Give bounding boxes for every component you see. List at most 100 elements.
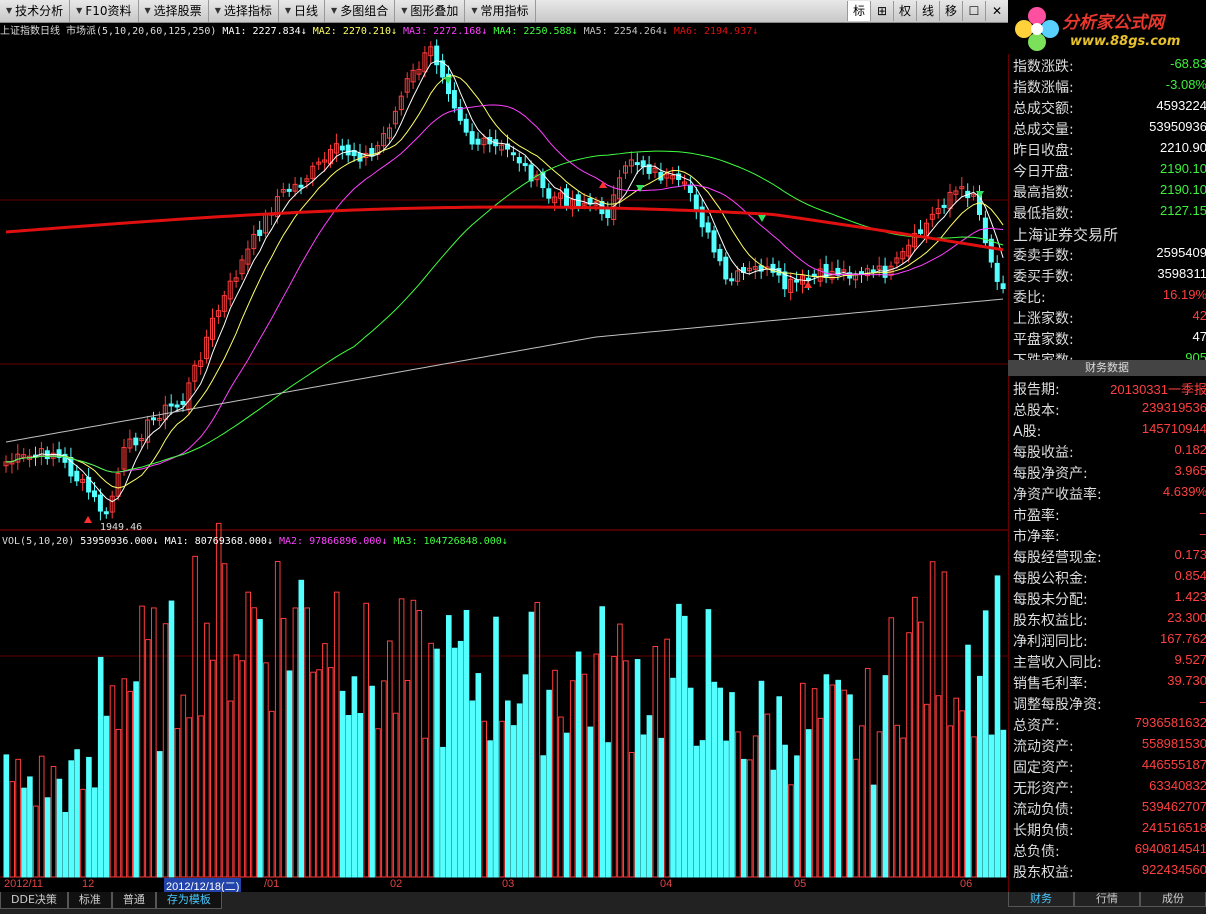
row-label: 最低指数: (1013, 206, 1074, 222)
chart-title: 上证指数日线 (0, 26, 60, 36)
date-tick: 04 (660, 878, 673, 890)
volume-bar (351, 676, 358, 878)
volume-bar (617, 623, 623, 878)
volume-bar (894, 724, 901, 878)
tab-finance[interactable]: 财务 (1008, 892, 1074, 907)
candle-body (451, 90, 457, 109)
volume-bar (959, 710, 965, 878)
menu-tech-analysis[interactable]: ▼ 技术分析 (0, 0, 71, 22)
row-label: 调整每股净资: (1013, 697, 1102, 713)
volume-bar (687, 687, 694, 878)
volume-bar (599, 606, 606, 878)
menu-select-indicator[interactable]: ▼ 选择指标 (209, 0, 279, 22)
volume-bar (215, 522, 222, 878)
ma6-value: MA6: 2194.937↓ (673, 26, 759, 36)
volume-bar (257, 619, 263, 878)
row-value: 63340832 (1149, 778, 1206, 793)
menu-label: 选择指标 (223, 4, 272, 18)
candle-body (345, 144, 351, 156)
volume-bar (15, 758, 21, 878)
date-tick: 2012/11 (4, 878, 43, 890)
candle-body (168, 403, 174, 407)
menu-common-indicators[interactable]: ▼ 常用指标 (465, 0, 536, 22)
tab-dde[interactable]: DDE决策 (0, 892, 68, 909)
tab-quote[interactable]: 行情 (1074, 892, 1140, 907)
volume-bar (746, 759, 753, 878)
row-label: 流动负债: (1013, 802, 1074, 818)
volume-bar (994, 575, 1001, 878)
candle-body (92, 490, 97, 498)
tab-save-template[interactable]: 存为模板 (155, 892, 222, 909)
mark-button[interactable]: 标 (847, 1, 870, 21)
volume-bar (27, 776, 33, 878)
volume-bar (186, 717, 192, 878)
tab-normal[interactable]: 普通 (111, 892, 156, 909)
date-tick: /01 (264, 878, 280, 890)
tab-standard[interactable]: 标准 (67, 892, 112, 909)
flower-logo-icon (1015, 7, 1059, 51)
candle-body (151, 417, 156, 421)
quote-row: 最低指数: 2127.15 (1013, 203, 1206, 224)
row-label: 流动资产: (1013, 739, 1074, 755)
volume-bar (139, 605, 145, 878)
quote-row: 指数涨幅: -3.08% (1013, 77, 1206, 98)
close-icon[interactable]: ✕ (985, 1, 1008, 21)
candle-body (941, 204, 947, 208)
site-logo: 分析家公式网 www.88gs.com (1008, 0, 1206, 62)
volume-bar (605, 742, 611, 878)
dropdown-arrow-icon: ▼ (471, 6, 478, 15)
fin-row: 市盈率: – (1013, 505, 1206, 526)
volume-bar (670, 677, 676, 878)
menu-f10[interactable]: ▼ F10资料 (70, 0, 139, 22)
volume-bar (835, 679, 842, 878)
row-value: 42 (1192, 308, 1206, 323)
candle-body (717, 248, 723, 262)
candle-body (463, 118, 469, 133)
dropdown-arrow-icon: ▼ (6, 6, 13, 15)
row-value: 0.182 (1174, 442, 1206, 457)
right-tab-bar: 财务 行情 成份 (1008, 892, 1206, 914)
tab-components[interactable]: 成份 (1140, 892, 1206, 907)
volume-bar (298, 579, 305, 878)
ma1-line (5, 60, 1004, 503)
row-label: 指数涨幅: (1013, 80, 1074, 96)
row-value: 47 (1192, 329, 1206, 344)
menu-label: 多图组合 (340, 4, 389, 18)
volume-bar (953, 697, 960, 878)
menu-overlay[interactable]: ▼ 图形叠加 (395, 0, 466, 22)
volume-bar (640, 734, 647, 878)
rights-button[interactable]: 权 (893, 1, 916, 21)
quote-row: 昨日收盘: 2210.90 (1013, 140, 1206, 161)
volume-bar (575, 651, 582, 878)
ma5-value: MA5: 2254.264↓ (583, 26, 668, 36)
move-button[interactable]: 移 (939, 1, 962, 21)
volume-bar (381, 680, 387, 878)
candle-body (546, 188, 552, 199)
row-value: 2190.10 (1160, 182, 1206, 197)
row-label: 最高指数: (1013, 185, 1074, 201)
volume-bar (310, 671, 316, 878)
menu-multi-chart[interactable]: ▼ 多图组合 (325, 0, 396, 22)
volume-bar (21, 787, 27, 878)
row-value: 446555187 (1141, 757, 1206, 772)
fin-row: 总负债: 6940814541 (1013, 841, 1206, 862)
volume-bar (245, 591, 251, 878)
candle-body (339, 145, 345, 151)
row-label: A股: (1013, 424, 1042, 440)
candle-body (74, 470, 80, 482)
menu-select-stock[interactable]: ▼ 选择股票 (139, 0, 209, 22)
menu-period[interactable]: ▼ 日线 (279, 0, 326, 22)
volume-bar (375, 728, 381, 878)
date-tick: 03 (502, 878, 515, 890)
restore-icon[interactable]: ☐ (962, 1, 985, 21)
low-price-label: 1949.46 (100, 522, 143, 533)
line-button[interactable]: 线 (916, 1, 939, 21)
volume-bar (451, 647, 458, 878)
row-label: 市净率: (1013, 529, 1060, 545)
vol-ma1: MA1: 80769368.000↓ (164, 536, 273, 547)
grid-icon[interactable]: ⊞ (870, 1, 893, 21)
fin-row: 销售毛利率: 39.730 (1013, 673, 1206, 694)
volume-bar (103, 715, 110, 878)
volume-bar (339, 690, 346, 878)
kline-chart[interactable] (0, 22, 1008, 878)
